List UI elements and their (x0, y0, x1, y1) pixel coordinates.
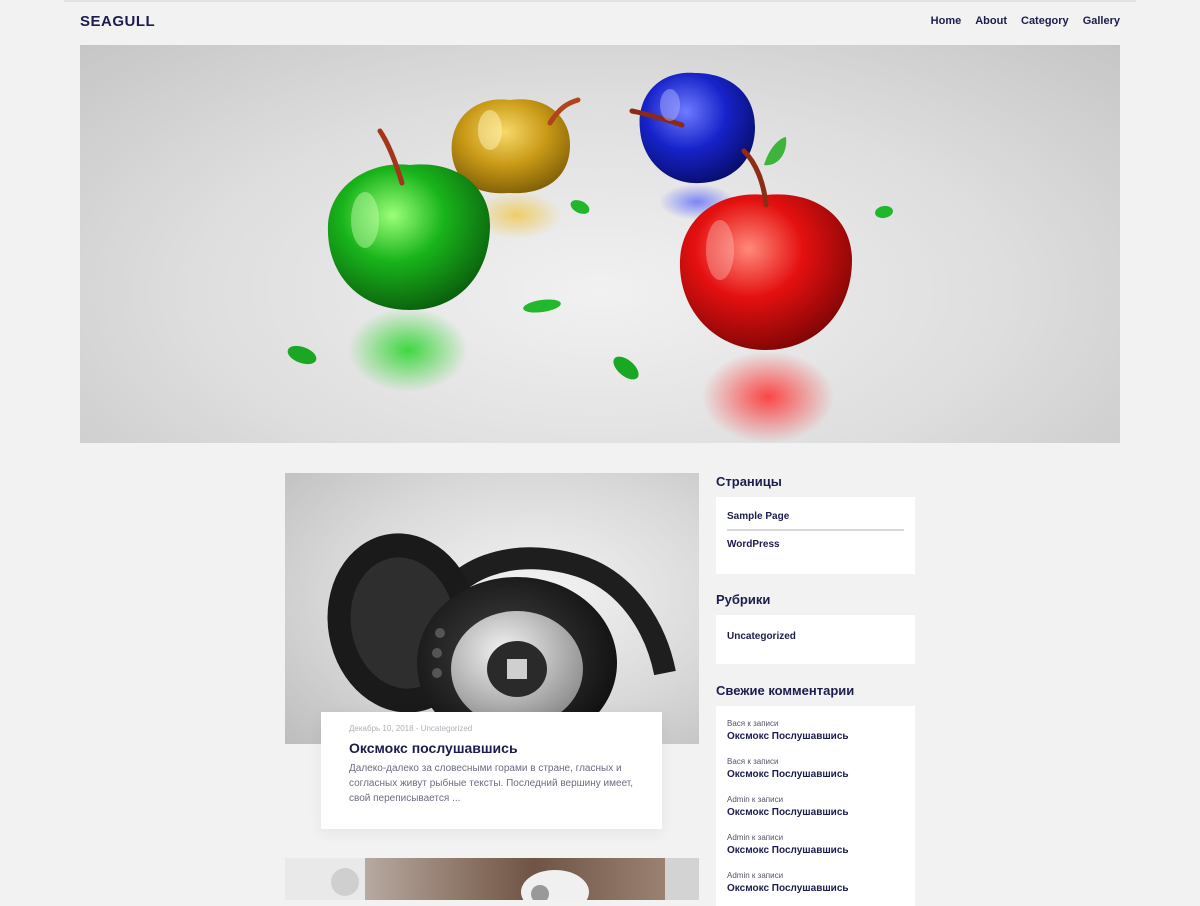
comment-author[interactable]: Admin (727, 833, 750, 842)
widget-categories: Рубрики Uncategorized (716, 592, 915, 664)
category-link-uncategorized[interactable]: Uncategorized (727, 631, 904, 642)
comment-meta: Вася к записи (727, 757, 904, 766)
nav-about[interactable]: About (975, 15, 1007, 27)
comment-meta: Admin к записи (727, 795, 904, 804)
post-title[interactable]: Оксмокс послушавшись (349, 740, 634, 756)
page-link-sample-page[interactable]: Sample Page (727, 511, 904, 522)
post-summary: Декабрь 10, 2018 - Uncategorized Оксмокс… (321, 712, 662, 829)
comment-connector: к записи (751, 833, 784, 842)
comment-post-link[interactable]: Оксмокс Послушавшись (727, 807, 904, 818)
nav-home[interactable]: Home (931, 15, 962, 27)
comment-item: Вася к записи Оксмокс Послушавшись (727, 719, 904, 742)
site-logo[interactable]: SEAGULL (80, 13, 155, 30)
comment-item: Admin к записи Оксмокс Послушавшись (727, 795, 904, 818)
comment-author[interactable]: Admin (727, 795, 750, 804)
widget-pages: Страницы Sample Page WordPress (716, 474, 915, 574)
comment-meta: Admin к записи (727, 833, 904, 842)
comment-item: Admin к записи Оксмокс Послушавшись (727, 871, 904, 894)
nav-gallery[interactable]: Gallery (1083, 15, 1120, 27)
widget-pages-title: Страницы (716, 474, 782, 489)
post-thumbnail-2[interactable] (285, 858, 699, 900)
comment-connector: к записи (751, 871, 784, 880)
hero-image (80, 45, 1120, 443)
comment-post-link[interactable]: Оксмокс Послушавшись (727, 883, 904, 894)
page-link-wordpress[interactable]: WordPress (727, 539, 904, 550)
comment-connector: к записи (747, 757, 779, 766)
main-nav: Home About Category Gallery (931, 15, 1120, 27)
nav-category[interactable]: Category (1021, 15, 1069, 27)
comment-connector: к записи (751, 795, 784, 804)
comment-item: Вася к записи Оксмокс Послушавшись (727, 757, 904, 780)
widget-comments-title: Свежие комментарии (716, 683, 855, 698)
comment-author[interactable]: Admin (727, 871, 750, 880)
comment-post-link[interactable]: Оксмокс Послушавшись (727, 769, 904, 780)
comment-post-link[interactable]: Оксмокс Послушавшись (727, 845, 904, 856)
comment-post-link[interactable]: Оксмокс Послушавшись (727, 731, 904, 742)
comment-meta: Admin к записи (727, 871, 904, 880)
widget-pages-box: Sample Page WordPress (716, 497, 915, 574)
comment-connector: к записи (747, 719, 779, 728)
comment-item: Admin к записи Оксмокс Послушавшись (727, 833, 904, 856)
sidebar: Страницы Sample Page WordPress Рубрики U… (716, 470, 915, 906)
post-card: Декабрь 10, 2018 - Uncategorized Оксмокс… (285, 473, 699, 829)
widget-comments-box: Вася к записи Оксмокс Послушавшись Вася … (716, 706, 915, 906)
comment-meta: Вася к записи (727, 719, 904, 728)
site-header: SEAGULL Home About Category Gallery (80, 0, 1120, 44)
post-meta: Декабрь 10, 2018 - Uncategorized (349, 724, 473, 733)
widget-recent-comments: Свежие комментарии Вася к записи Оксмокс… (716, 683, 915, 906)
divider (727, 529, 904, 531)
widget-categories-box: Uncategorized (716, 615, 915, 664)
post-thumbnail-headphones[interactable] (285, 473, 699, 744)
comment-author[interactable]: Вася (727, 757, 745, 766)
comment-author[interactable]: Вася (727, 719, 745, 728)
widget-categories-title: Рубрики (716, 592, 771, 607)
post-excerpt: Далеко-далеко за словесными горами в стр… (349, 763, 634, 804)
